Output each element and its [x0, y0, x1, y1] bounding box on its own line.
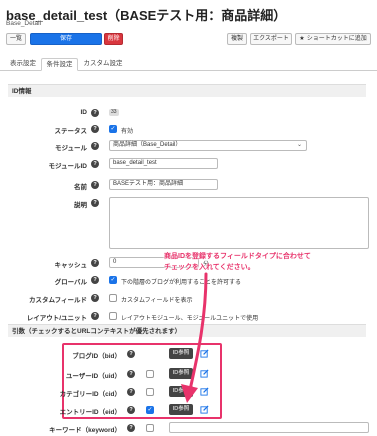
module-label: モジュール — [54, 145, 87, 152]
help-icon[interactable]: ? — [91, 160, 99, 168]
custom-field-label: カスタムフィールド — [29, 297, 87, 304]
name-label: 名前 — [74, 184, 87, 191]
help-icon[interactable]: ? — [127, 424, 135, 432]
keyword-input[interactable] — [169, 422, 369, 433]
delete-button[interactable]: 削除 — [104, 33, 123, 45]
status-checkbox[interactable]: ✓ — [109, 125, 117, 133]
help-icon[interactable]: ? — [127, 388, 135, 396]
arg-label-cid: カテゴリーID（cid） — [59, 391, 121, 398]
help-icon[interactable]: ? — [127, 370, 135, 378]
global-checkbox[interactable]: ✓ — [109, 276, 117, 284]
id-value: 33 — [109, 109, 119, 116]
save-button[interactable]: 保存 — [30, 33, 102, 45]
star-icon: ★ — [299, 36, 305, 42]
help-icon[interactable]: ? — [91, 294, 99, 302]
arg-checkbox-cid[interactable] — [146, 388, 154, 396]
help-icon[interactable]: ? — [91, 181, 99, 189]
module-id-input[interactable]: base_detail_test — [109, 158, 218, 169]
list-button[interactable]: 一覧 — [6, 33, 26, 45]
id-label: ID — [80, 109, 88, 116]
arg-checkbox-keyword[interactable] — [146, 424, 154, 432]
tab-bar: 表示設定 条件設定 カスタム設定 — [0, 58, 377, 71]
arg-checkbox-eid[interactable]: ✓ — [146, 406, 154, 414]
layout-checkbox[interactable] — [109, 312, 117, 320]
help-icon[interactable]: ? — [91, 276, 99, 284]
layout-label: レイアウト/ユニット — [26, 315, 87, 322]
copy-button[interactable]: 複製 — [227, 33, 247, 45]
status-label: ステータス — [54, 128, 88, 135]
module-select-value: 商品詳細（Base_Detail） — [113, 142, 182, 148]
help-icon[interactable]: ? — [91, 259, 99, 267]
module-id-label: モジュールID — [48, 163, 87, 170]
custom-field-checkbox[interactable] — [109, 294, 117, 302]
cache-label: キャッシュ — [54, 262, 88, 269]
id-section-heading: ID情報 — [8, 84, 366, 97]
help-icon[interactable]: ? — [127, 406, 135, 414]
global-label: グローバル — [54, 279, 87, 286]
name-input[interactable]: BASEテスト用：商品詳細 — [109, 179, 218, 190]
tab-custom-settings[interactable]: カスタム設定 — [80, 58, 126, 71]
help-icon[interactable]: ? — [91, 125, 99, 133]
export-button[interactable]: エクスポート — [250, 33, 292, 45]
arg-label-uid: ユーザーID（uid） — [65, 373, 121, 380]
help-icon[interactable]: ? — [91, 199, 99, 207]
tab-condition-settings[interactable]: 条件設定 — [41, 58, 78, 71]
arg-checkbox-uid[interactable] — [146, 370, 154, 378]
description-label: 説明 — [74, 202, 87, 209]
help-icon[interactable]: ? — [91, 142, 99, 150]
help-icon[interactable]: ? — [91, 109, 99, 117]
tab-display-settings[interactable]: 表示設定 — [6, 58, 40, 71]
help-icon[interactable]: ? — [91, 312, 99, 320]
annotation-line-1: 商品IDを登録するフィールドタイプに合わせて — [164, 253, 311, 260]
arrow-icon — [181, 272, 208, 403]
edit-icon[interactable] — [200, 405, 209, 414]
chevron-down-icon: ⌄ — [296, 142, 302, 148]
page-subtitle: Base_Detail — [6, 20, 42, 27]
add-shortcut-label: ショートカットに追加 — [306, 36, 367, 42]
arg-label-eid: エントリーID（eid） — [59, 409, 121, 416]
description-textarea[interactable] — [109, 197, 369, 249]
page-title: base_detail_test（BASEテスト用：商品詳細） — [6, 8, 287, 23]
help-icon[interactable]: ? — [127, 350, 135, 358]
arg-label-keyword: キーワード（keyword） — [49, 427, 121, 434]
module-select[interactable]: 商品詳細（Base_Detail） ⌄ — [109, 140, 307, 151]
arg-label-bid: ブログID（bid） — [72, 353, 121, 360]
status-text: 有効 — [121, 129, 134, 135]
add-shortcut-button[interactable]: ★ ショートカットに追加 — [295, 33, 371, 45]
